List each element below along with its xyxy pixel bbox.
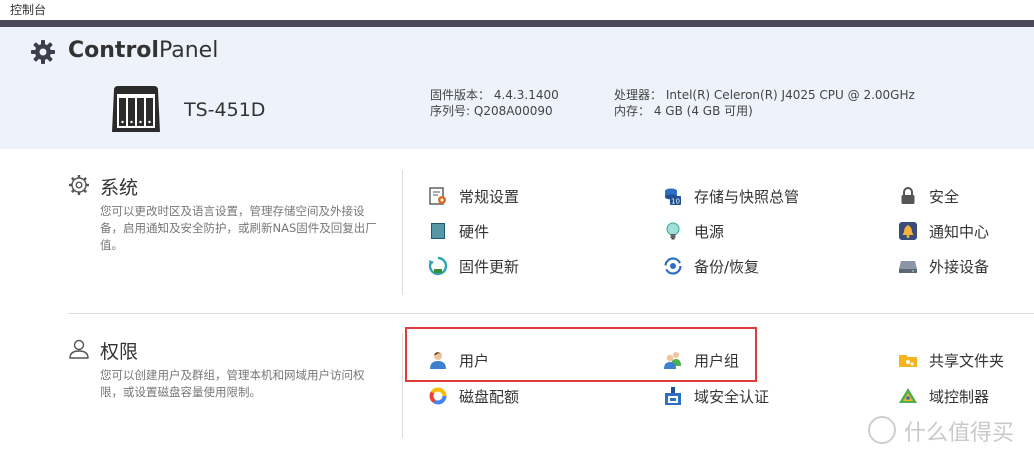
cpu-label: 处理器：	[614, 88, 663, 102]
firmware-update-item[interactable]: 固件更新	[428, 254, 519, 278]
serial-value: Q208A00090	[473, 104, 553, 118]
settings-doc-icon	[428, 186, 448, 206]
watermark-text: 什么值得买	[904, 421, 1015, 446]
general-settings-label: 常规设置	[459, 187, 520, 206]
memory-label: 内存：	[614, 104, 651, 118]
privilege-section-title: 权限	[100, 341, 139, 363]
svg-text:10: 10	[671, 198, 680, 206]
disk-quota-icon	[428, 386, 448, 406]
backup-restore-label: 备份/恢复	[694, 257, 760, 276]
domain-controller-item[interactable]: 域控制器	[898, 384, 989, 408]
firmware-update-icon	[428, 256, 448, 276]
backup-restore-icon	[663, 256, 683, 276]
firmware-label: 固件版本：	[430, 88, 491, 102]
firmware-info: 固件版本： 4.4.3.1400	[430, 87, 559, 103]
domain-security-item[interactable]: 域安全认证	[663, 384, 769, 408]
shared-folders-label: 共享文件夹	[929, 351, 1005, 370]
shared-folders-item[interactable]: 共享文件夹	[898, 348, 1004, 372]
person-outline-icon	[69, 339, 89, 359]
power-label: 电源	[694, 222, 725, 241]
firmware-value: 4.4.3.1400	[493, 88, 559, 102]
brand-light: Panel	[158, 38, 219, 63]
external-device-item[interactable]: 外接设备	[898, 254, 989, 278]
notification-center-label: 通知中心	[929, 222, 990, 241]
system-divider	[402, 170, 403, 295]
serial-info: 序列号: Q208A00090	[430, 103, 553, 119]
storage-snapshots-item[interactable]: 10 存储与快照总管	[663, 184, 799, 208]
domain-controller-icon	[898, 386, 918, 406]
domain-security-label: 域安全认证	[694, 387, 770, 406]
backup-restore-item[interactable]: 备份/恢复	[663, 254, 759, 278]
domain-security-icon	[663, 386, 683, 406]
serial-label: 序列号:	[430, 104, 471, 118]
domain-controller-label: 域控制器	[929, 387, 990, 406]
hardware-icon	[428, 221, 448, 241]
firmware-update-label: 固件更新	[459, 257, 520, 276]
external-device-label: 外接设备	[929, 257, 990, 276]
device-model: TS-451D	[184, 99, 266, 121]
brand-title: ControlPanel	[68, 38, 218, 63]
memory-info: 内存： 4 GB (4 GB 可用)	[614, 103, 753, 119]
lock-icon	[898, 186, 918, 206]
shared-folder-icon	[898, 350, 918, 370]
gear-icon	[31, 40, 55, 64]
system-section-description: 您可以更改时区及语言设置，管理存储空间及外接设备，启用通知及安全防护，或刷新NA…	[100, 204, 377, 252]
highlight-box	[405, 327, 757, 382]
window-titlebar: 控制台	[0, 0, 1034, 20]
hardware-label: 硬件	[459, 222, 490, 241]
system-gear-icon	[69, 175, 89, 195]
disk-quota-item[interactable]: 磁盘配额	[428, 384, 519, 408]
notification-icon	[898, 221, 918, 241]
hardware-item[interactable]: 硬件	[428, 219, 489, 243]
titlebar-strip	[0, 20, 1034, 27]
disk-quota-label: 磁盘配额	[459, 387, 520, 406]
power-item[interactable]: 电源	[663, 219, 724, 243]
watermark-logo-icon	[868, 416, 896, 444]
section-divider	[68, 313, 1034, 314]
general-settings-item[interactable]: 常规设置	[428, 184, 519, 208]
security-item[interactable]: 安全	[898, 184, 959, 208]
brand-bold: Control	[68, 38, 159, 63]
window-title: 控制台	[10, 3, 47, 17]
external-device-icon	[898, 256, 918, 276]
power-bulb-icon	[663, 221, 683, 241]
privilege-section-description: 您可以创建用户及群组，管理本机和网域用户访问权限，或设置磁盘容量使用限制。	[100, 368, 365, 399]
security-label: 安全	[929, 187, 960, 206]
system-section-title: 系统	[100, 177, 139, 199]
storage-snapshots-label: 存储与快照总管	[694, 187, 800, 206]
storage-icon: 10	[663, 186, 683, 206]
cpu-value: Intel(R) Celeron(R) J4025 CPU @ 2.00GHz	[665, 88, 915, 102]
nas-device-icon	[112, 86, 160, 132]
notification-center-item[interactable]: 通知中心	[898, 219, 989, 243]
memory-value: 4 GB (4 GB 可用)	[653, 104, 753, 118]
cpu-info: 处理器： Intel(R) Celeron(R) J4025 CPU @ 2.0…	[614, 87, 915, 103]
privilege-divider	[402, 333, 403, 438]
